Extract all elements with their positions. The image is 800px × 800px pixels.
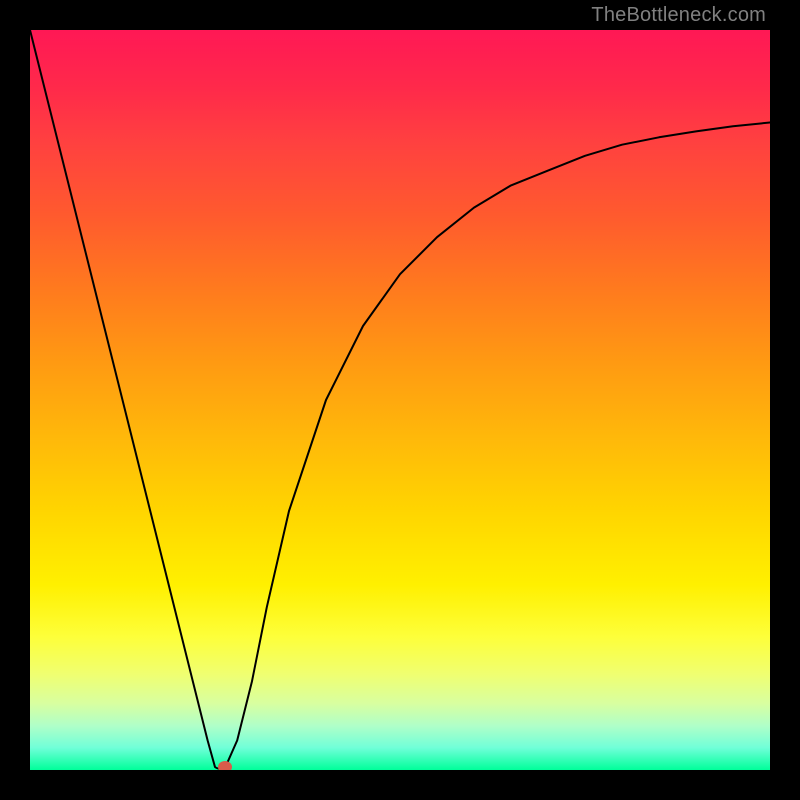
watermark-text: TheBottleneck.com [591, 4, 766, 27]
optimum-marker [218, 761, 232, 770]
plot-area [30, 30, 770, 770]
curve-svg [30, 30, 770, 770]
chart-container: TheBottleneck.com [0, 0, 800, 800]
bottleneck-curve [30, 30, 770, 769]
